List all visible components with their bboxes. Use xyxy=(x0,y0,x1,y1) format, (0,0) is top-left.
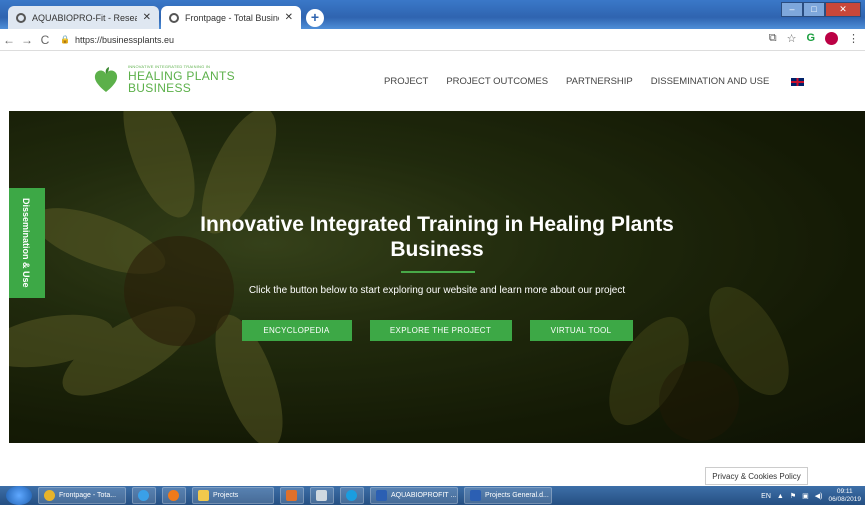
url-text: https://businessplants.eu xyxy=(74,34,175,45)
new-tab-button[interactable]: + xyxy=(306,9,324,27)
start-button[interactable] xyxy=(6,486,32,505)
browser-tab-frontpage[interactable]: Frontpage - Total Business Plan ✕ xyxy=(161,6,301,29)
word-doc-icon xyxy=(470,490,481,501)
browser-tab-aquabiopro[interactable]: AQUABIOPRO-Fit - Research and ✕ xyxy=(8,6,159,29)
uk-flag-icon[interactable] xyxy=(791,78,805,86)
taskbar-projects-folder[interactable]: Projects xyxy=(192,487,274,504)
star-icon[interactable]: ☆ xyxy=(787,32,797,45)
language-indicator[interactable]: EN xyxy=(761,493,771,500)
tab-title: AQUABIOPRO-Fit - Research and xyxy=(32,12,137,23)
hero-subtitle: Click the button below to start explorin… xyxy=(248,285,626,296)
taskbar-calculator[interactable] xyxy=(310,487,334,504)
taskbar-firefox[interactable] xyxy=(162,487,186,504)
media-player-icon xyxy=(286,490,297,501)
tray-arrow-icon[interactable]: ▲ xyxy=(777,493,784,500)
dissemination-side-tab[interactable]: Dissemination & Use xyxy=(9,188,45,298)
globe-icon xyxy=(16,12,26,23)
globe-icon xyxy=(169,12,179,23)
taskbar-ie[interactable] xyxy=(132,487,156,504)
hero-banner: Innovative Integrated Training in Healin… xyxy=(9,111,865,443)
taskbar-aquabioprofit-doc[interactable]: AQUABIOPROFIT ... xyxy=(370,487,458,504)
explore-project-button[interactable]: EXPLORE THE PROJECT xyxy=(369,320,512,341)
translate-icon[interactable]: ⧉ xyxy=(769,32,777,45)
tab-title: Frontpage - Total Business Plan xyxy=(185,12,279,23)
network-icon[interactable]: ▣ xyxy=(802,492,809,500)
folder-icon xyxy=(198,490,209,501)
forward-icon[interactable]: → xyxy=(18,33,36,47)
nav-project[interactable]: PROJECT xyxy=(384,76,428,87)
main-nav: PROJECT PROJECT OUTCOMES PARTNERSHIP DIS… xyxy=(384,76,805,87)
taskbar-chrome[interactable]: Frontpage - Tota... xyxy=(38,487,126,504)
volume-icon[interactable]: ◀) xyxy=(815,492,823,500)
site-logo[interactable]: INNOVATIVE INTEGRATED TRAINING IN HEALIN… xyxy=(92,65,235,94)
profile-avatar[interactable] xyxy=(825,32,838,45)
chrome-icon xyxy=(44,490,55,501)
browser-tab-strip: AQUABIOPRO-Fit - Research and ✕ Frontpag… xyxy=(0,0,865,29)
system-tray: EN ▲ ⚑ ▣ ◀) 09:11 06/08/2019 xyxy=(761,488,861,504)
hero-buttons: ENCYCLOPEDIA EXPLORE THE PROJECT VIRTUAL… xyxy=(9,320,865,341)
nav-partnership[interactable]: PARTNERSHIP xyxy=(566,76,633,87)
window-controls: – □ ✕ xyxy=(781,2,861,17)
heart-leaf-icon xyxy=(94,66,118,92)
extension-icon[interactable]: G xyxy=(806,32,815,45)
nav-project-outcomes[interactable]: PROJECT OUTCOMES xyxy=(446,76,548,87)
skype-icon xyxy=(346,490,357,501)
close-icon[interactable]: ✕ xyxy=(143,12,151,23)
maximize-button[interactable]: □ xyxy=(803,2,825,17)
hero-title: Innovative Integrated Training in Healin… xyxy=(200,213,674,261)
lock-icon: 🔒 xyxy=(60,35,70,44)
encyclopedia-button[interactable]: ENCYCLOPEDIA xyxy=(241,320,352,341)
virtual-tool-button[interactable]: VIRTUAL TOOL xyxy=(529,320,633,341)
window-close-button[interactable]: ✕ xyxy=(825,2,861,17)
close-icon[interactable]: ✕ xyxy=(285,12,293,23)
internet-explorer-icon xyxy=(138,490,149,501)
privacy-cookies-button[interactable]: Privacy & Cookies Policy xyxy=(705,467,808,485)
logo-line-2: BUSINESS xyxy=(128,81,192,95)
browser-toolbar: ← → C 🔒 https://businessplants.eu ⧉ ☆ G … xyxy=(0,29,865,51)
nav-dissemination[interactable]: DISSEMINATION AND USE xyxy=(651,76,770,87)
minimize-button[interactable]: – xyxy=(781,2,803,17)
clock[interactable]: 09:11 06/08/2019 xyxy=(828,488,861,504)
firefox-icon xyxy=(168,490,179,501)
taskbar-skype[interactable] xyxy=(340,487,364,504)
windows-taskbar: Frontpage - Tota... Projects AQUABIOPROF… xyxy=(0,486,865,505)
address-bar[interactable]: 🔒 https://businessplants.eu xyxy=(60,35,174,45)
calculator-icon xyxy=(316,490,327,501)
site-header: INNOVATIVE INTEGRATED TRAINING IN HEALIN… xyxy=(0,51,865,111)
hero-divider xyxy=(401,271,475,273)
back-icon[interactable]: ← xyxy=(0,33,18,47)
word-doc-icon xyxy=(376,490,387,501)
reload-icon[interactable]: C xyxy=(36,33,54,47)
taskbar-media[interactable] xyxy=(280,487,304,504)
menu-icon[interactable]: ⋮ xyxy=(848,32,859,45)
taskbar-projects-general-doc[interactable]: Projects General.d... xyxy=(464,487,552,504)
flag-icon[interactable]: ⚑ xyxy=(790,492,796,500)
